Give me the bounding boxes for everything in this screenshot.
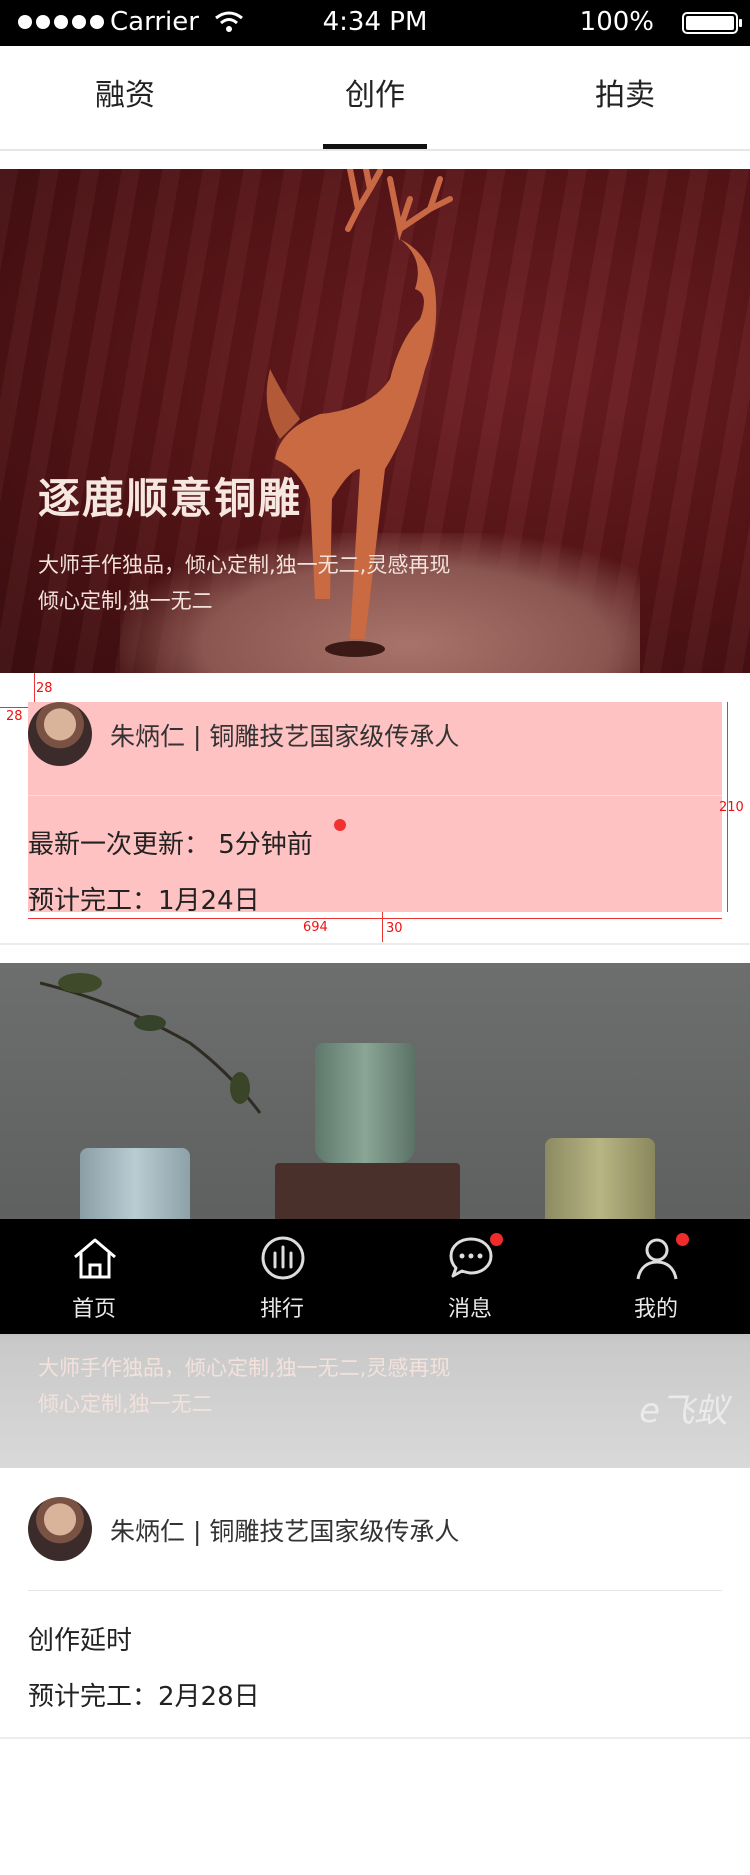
measure-line	[0, 707, 28, 708]
card-divider	[28, 795, 722, 796]
measure-line	[28, 918, 722, 919]
tab-creation[interactable]: 创作	[250, 46, 500, 149]
message-badge	[490, 1233, 503, 1246]
banner-subtitle-line-1: 大师手作独品，倾心定制,独一无二,灵感再现	[38, 1356, 451, 1380]
banner-subtitle-line-2: 倾心定制,独一无二	[38, 1392, 213, 1416]
author-avatar[interactable]	[28, 1497, 92, 1561]
nav-ranking-label: 排行	[259, 1297, 304, 1322]
branch-image	[40, 973, 262, 1114]
nav-messages-label: 消息	[447, 1297, 492, 1322]
author-info: 朱炳仁 | 铜雕技艺国家级传承人	[110, 1517, 460, 1546]
nav-profile-label: 我的	[633, 1297, 678, 1322]
artwork-banner-deer[interactable]: 逐鹿顺意铜雕 大师手作独品，倾心定制,独一无二,灵感再现 倾心定制,独一无二	[0, 169, 750, 673]
celadon-cup-green	[315, 1043, 415, 1163]
banner-subtitle-line-2: 倾心定制,独一无二	[38, 589, 213, 613]
card-separator	[0, 1737, 750, 1739]
watermark-logo: e飞蚁	[639, 1391, 728, 1431]
nav-home[interactable]: 首页	[0, 1219, 188, 1334]
banner-subtitle: 大师手作独品，倾心定制,独一无二,灵感再现 倾心定制,独一无二	[38, 1350, 450, 1422]
update-dot	[334, 819, 346, 831]
nav-ranking[interactable]: 排行	[188, 1219, 376, 1334]
banner-title: 逐鹿顺意铜雕	[38, 474, 303, 523]
wooden-stand	[275, 1163, 460, 1223]
measure-label-top: 28	[36, 681, 53, 696]
battery-percent: 100%	[579, 7, 654, 37]
ranking-icon	[261, 1236, 305, 1280]
measure-label-height: 210	[719, 800, 744, 815]
home-icon	[74, 1238, 116, 1279]
estimated-completion: 预计完工：2月28日	[28, 1682, 260, 1712]
measure-label-left: 28	[6, 709, 23, 724]
measure-line	[34, 673, 35, 702]
tab-auction[interactable]: 拍卖	[500, 46, 750, 149]
author-info: 朱炳仁 | 铜雕技艺国家级传承人	[110, 722, 460, 751]
banner-subtitle: 大师手作独品，倾心定制,独一无二,灵感再现 倾心定制,独一无二	[38, 547, 450, 619]
measure-line	[382, 912, 383, 942]
card-divider	[28, 1590, 722, 1591]
status-bar: Carrier 4:34 PM 100%	[0, 0, 750, 46]
nav-profile[interactable]: 我的	[562, 1219, 750, 1334]
nav-messages[interactable]: 消息	[376, 1219, 564, 1334]
measure-label-width: 694	[303, 920, 328, 935]
profile-badge	[676, 1233, 689, 1246]
bottom-navigation: 首页 排行 消息 我的	[0, 1219, 750, 1334]
card-separator	[0, 943, 750, 945]
estimated-completion: 预计完工：1月24日	[28, 886, 260, 916]
nav-home-label: 首页	[71, 1297, 116, 1322]
measure-label-gap: 30	[386, 921, 403, 936]
author-avatar[interactable]	[28, 702, 92, 766]
last-update-text: 最新一次更新： 5分钟前	[28, 830, 313, 860]
top-tab-bar: 融资 创作 拍卖	[0, 46, 750, 151]
battery-icon	[682, 12, 742, 34]
tab-financing[interactable]: 融资	[0, 46, 250, 149]
status-text: 创作延时	[28, 1626, 133, 1656]
banner-subtitle-line-1: 大师手作独品，倾心定制,独一无二,灵感再现	[38, 553, 451, 577]
profile-icon	[636, 1238, 678, 1280]
message-icon	[449, 1237, 493, 1278]
